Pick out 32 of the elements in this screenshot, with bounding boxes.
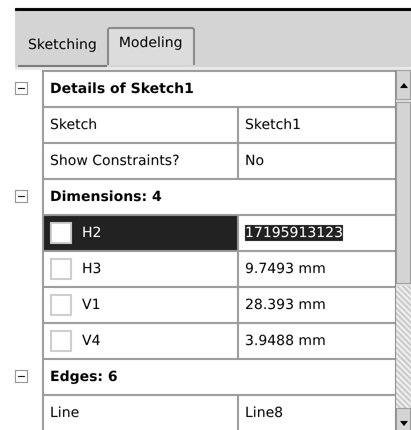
property-value[interactable]: Line8 [239,396,395,430]
property-value[interactable]: Sketch1 [239,108,395,142]
dimension-row[interactable]: V1 [44,288,239,322]
property-name: Sketch [44,108,239,142]
group-header[interactable]: Details of Sketch1 [44,72,395,106]
dimension-row[interactable]: H3 [44,252,239,286]
collapse-icon[interactable] [14,190,28,202]
checkbox[interactable] [50,330,72,352]
up-arrow-icon[interactable] [400,82,408,88]
checkbox[interactable] [50,222,72,244]
checkbox[interactable] [50,294,72,316]
dimension-name: V1 [82,297,100,313]
checkbox[interactable] [50,258,72,280]
dimension-row[interactable]: V4 [44,324,239,358]
tab[interactable]: Modeling [106,27,195,65]
group-header[interactable]: Edges: 6 [44,360,395,394]
value-field[interactable]: 3.9488 mm [245,333,326,349]
collapse-icon[interactable] [14,82,28,94]
property-name: Show Constraints? [44,144,239,178]
scrollbar[interactable] [395,70,411,430]
value-field[interactable]: 28.393 mm [245,297,326,313]
value-field[interactable]: 17195913123 [245,225,343,241]
property-value[interactable]: No [239,144,395,178]
dimension-row[interactable]: H2 [44,216,239,250]
down-arrow-icon[interactable] [400,420,408,426]
value-field[interactable]: 9.7493 mm [245,261,326,277]
dimension-name: V4 [82,333,100,349]
dimension-name: H2 [82,225,102,241]
dimension-name: H3 [82,261,102,277]
property-name: Line [44,396,239,430]
collapse-icon[interactable] [14,370,28,382]
group-header[interactable]: Dimensions: 4 [44,180,395,214]
